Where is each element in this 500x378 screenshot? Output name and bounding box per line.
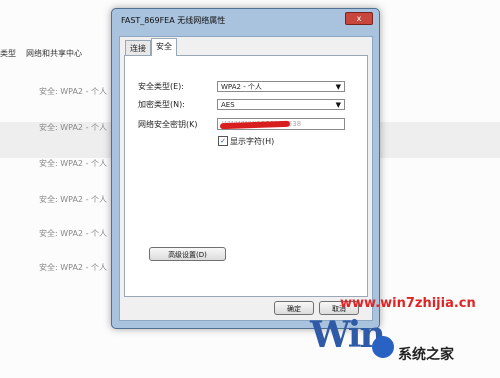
encryption-type-value: AES (221, 101, 235, 109)
close-button[interactable]: x (345, 12, 373, 25)
security-panel: 安全类型(E): WPA2 - 个人 ▼ 加密类型(N): AES ▼ 网络安全… (124, 55, 368, 297)
security-text: 安全: WPA2 - 个人 (39, 87, 107, 96)
encryption-type-select[interactable]: AES ▼ (217, 99, 345, 110)
security-key-label: 网络安全密钥(K) (138, 120, 198, 129)
show-characters-label: 显示字符(H) (230, 137, 275, 146)
watermark-site: 系统之家 (398, 347, 454, 363)
chevron-down-icon: ▼ (335, 83, 341, 91)
ok-button[interactable]: 确定 (274, 301, 314, 315)
chevron-down-icon: ▼ (335, 101, 341, 109)
show-characters-checkbox[interactable]: ✓ (218, 136, 228, 146)
type-column[interactable]: 类型 (0, 48, 16, 59)
dialog-client: 连接 安全 安全类型(E): WPA2 - 个人 ▼ 加密类型(N): AES … (119, 36, 373, 321)
security-text: 安全: WPA2 - 个人 (39, 195, 107, 204)
security-text: 安全: WPA2 - 个人 (39, 263, 107, 272)
security-key-input[interactable]: WWWWW1552056538 (217, 118, 345, 130)
advanced-settings-button[interactable]: 高级设置(D) (149, 247, 226, 261)
encryption-type-label: 加密类型(N): (138, 100, 185, 109)
security-text: 安全: WPA2 - 个人 (39, 229, 107, 238)
network-sharing-center-link[interactable]: 网络和共享中心 (26, 48, 82, 59)
dialog-title: FAST_869FEA 无线网络属性 (121, 16, 226, 25)
tab-connection[interactable]: 连接 (125, 40, 151, 56)
security-type-select[interactable]: WPA2 - 个人 ▼ (217, 81, 345, 92)
security-text: 安全: WPA2 - 个人 (39, 159, 107, 168)
security-type-label: 安全类型(E): (138, 82, 184, 91)
security-text: 安全: WPA2 - 个人 (39, 123, 107, 132)
wireless-properties-dialog: FAST_869FEA 无线网络属性 x 连接 安全 安全类型(E): WPA2… (111, 8, 380, 329)
watermark-url: www.win7zhijia.cn (340, 296, 476, 311)
logo-icon (372, 336, 394, 358)
security-type-value: WPA2 - 个人 (221, 83, 262, 91)
tab-security[interactable]: 安全 (151, 38, 177, 56)
